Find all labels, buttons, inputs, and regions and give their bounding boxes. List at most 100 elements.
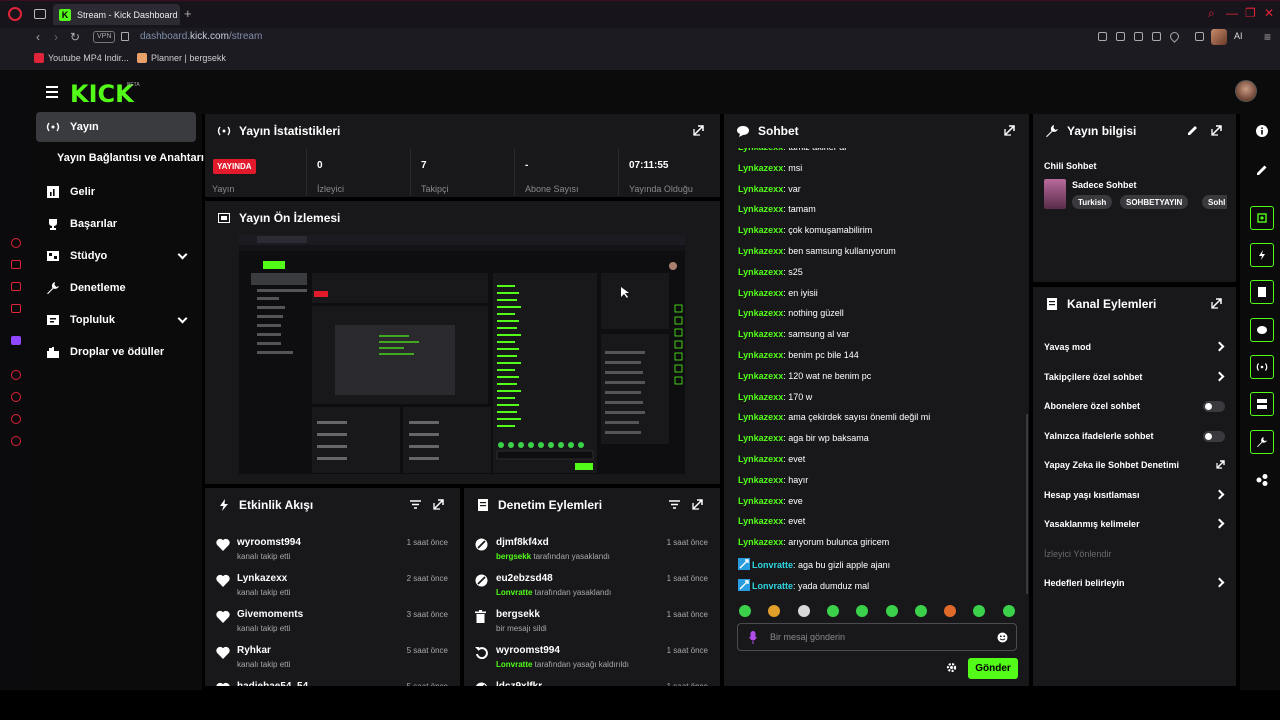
moderated-user[interactable]: djmf8kf4xd [496, 537, 549, 548]
chat-username[interactable]: Lynkazexx [738, 225, 783, 235]
chat-message[interactable]: Lynkazexx: evet [738, 516, 805, 526]
tag-chip[interactable]: SOHBETYAYIN [1120, 195, 1189, 209]
list-item[interactable]: eu2ebzsd48 Lonvratte tarafından yasakland… [464, 568, 720, 604]
share-nodes-icon[interactable] [1256, 474, 1268, 486]
expand-icon[interactable] [433, 499, 444, 510]
emote-icon[interactable] [1002, 605, 1015, 617]
chat-message[interactable]: Lonvratte: aga bu gizli apple ajanı [738, 558, 890, 570]
user-avatar[interactable] [1235, 80, 1257, 102]
chat-username[interactable]: Lynkazexx [738, 350, 783, 360]
kick-logo[interactable]: KICK [70, 80, 134, 108]
tag-chip[interactable]: Sohl [1202, 195, 1227, 209]
activity-user[interactable]: hadiebae54_54 [237, 681, 308, 686]
moderated-user[interactable]: bergsekk [496, 609, 540, 620]
sidebar-app-icon[interactable] [11, 414, 21, 424]
chat-username[interactable]: Lynkazexx [738, 184, 783, 194]
nav-item-achievements[interactable]: Başarılar [36, 209, 196, 239]
moderator-name[interactable]: Lonvratte [496, 660, 532, 669]
ai-button[interactable]: AI [1234, 31, 1243, 41]
back-icon[interactable]: ‹ [36, 30, 40, 44]
chat-message[interactable]: Lynkazexx: ben samsung kullanıyorum [738, 246, 896, 256]
settings-gear-icon[interactable] [946, 662, 957, 673]
list-item[interactable]: ldcz9xlfkr 1 saat önce [464, 676, 720, 686]
chat-username[interactable]: Lonvratte [752, 560, 793, 570]
nav-item-revenue[interactable]: Gelir [36, 177, 196, 207]
chat-input[interactable]: Bir mesaj gönderin [737, 623, 1017, 651]
minimize-button[interactable]: — [1226, 6, 1238, 20]
moderator-name[interactable]: bergsekk [496, 552, 531, 561]
broadcast-icon[interactable] [1250, 355, 1274, 379]
reload-icon[interactable]: ↻ [70, 30, 80, 44]
chat-username[interactable]: Lynkazexx [738, 475, 783, 485]
activity-user[interactable]: Lynkazexx [237, 573, 287, 584]
activity-user[interactable]: Ryhkar [237, 645, 271, 656]
chat-username[interactable]: Lynkazexx [738, 496, 783, 506]
expand-icon[interactable] [1211, 125, 1222, 136]
snapshot-icon[interactable] [1116, 32, 1125, 41]
menu-icon[interactable]: ≡ [1264, 30, 1271, 44]
list-item[interactable]: djmf8kf4xd bergsekk tarafından yasaklandı… [464, 532, 720, 568]
chat-username[interactable]: Lynkazexx [738, 454, 783, 464]
moderated-user[interactable]: ldcz9xlfkr [496, 681, 542, 686]
toggle-switch[interactable] [1203, 401, 1225, 412]
activity-user[interactable]: Givemoments [237, 609, 303, 620]
chat-message[interactable]: Lynkazexx: 120 wat ne benim pc [738, 371, 871, 381]
chat-message[interactable]: Lynkazexx: samsung al var [738, 329, 849, 339]
nav-item-drops[interactable]: Droplar ve ödüller [36, 337, 196, 367]
twitch-icon[interactable] [11, 336, 21, 345]
emote-icon[interactable] [797, 605, 810, 617]
chat-message[interactable]: Lynkazexx: arıyorum bulunca giricem [738, 537, 889, 547]
expand-icon[interactable] [693, 125, 704, 136]
opera-logo-icon[interactable] [8, 7, 22, 21]
chevron-right-icon[interactable] [1214, 489, 1225, 499]
sidebar-app-icon[interactable] [11, 260, 21, 269]
chevron-right-icon[interactable] [1214, 518, 1225, 529]
chat-message[interactable]: Lonvratte: yada dumduz mal [738, 578, 869, 591]
browser-tab[interactable]: K Stream - Kick Dashboard [53, 4, 180, 25]
chat-message[interactable]: Lynkazexx: çok komuşamabilirim [738, 225, 872, 235]
category-thumbnail[interactable] [1044, 179, 1066, 209]
chat-scrollbar[interactable] [1026, 414, 1028, 594]
chevron-right-icon[interactable] [1214, 371, 1225, 381]
list-item[interactable]: wyroomst994 Lonvratte tarafından yasağı k… [464, 640, 720, 676]
chat-message[interactable]: Lynkazexx: en iyisii [738, 288, 818, 298]
list-item[interactable]: Lynkazexx kanalı takip etti 2 saat önce [205, 568, 460, 604]
filter-icon[interactable] [669, 499, 680, 510]
tab-manager-icon[interactable] [34, 9, 46, 19]
settings-icon[interactable] [11, 436, 21, 446]
forward-icon[interactable]: › [54, 30, 58, 44]
address-bar[interactable]: dashboard.kick.com/stream [140, 31, 262, 42]
lightning-icon[interactable] [1250, 243, 1274, 267]
channel-action-item[interactable]: Hesap yaşı kısıtlaması [1044, 482, 1229, 508]
bookmark-youtube[interactable]: Youtube MP4 Indir... [34, 53, 129, 63]
list-item[interactable]: Ryhkar kanalı takip etti 5 saat önce [205, 640, 460, 676]
moderated-user[interactable]: eu2ebzsd48 [496, 573, 553, 584]
nav-item-stream[interactable]: Yayın [36, 112, 196, 142]
edit-pencil-icon[interactable] [1187, 125, 1198, 136]
list-item[interactable]: hadiebae54_54 5 saat önce [205, 676, 460, 686]
emote-icon[interactable] [826, 605, 839, 617]
sidebar-app-icon[interactable] [11, 238, 21, 248]
channel-action-item[interactable]: Yalnızca ifadelerle sohbet [1044, 423, 1229, 449]
list-item[interactable]: wyroomst994 kanalı takip etti 1 saat önce [205, 532, 460, 568]
external-link-icon[interactable] [1216, 460, 1225, 469]
chat-message[interactable]: Lynkazexx: benim pc bile 144 [738, 350, 859, 360]
chat-username[interactable]: Lynkazexx [738, 412, 783, 422]
player-icon[interactable] [1152, 32, 1161, 41]
chat-username[interactable]: Lynkazexx [738, 537, 783, 547]
bookmark-planner[interactable]: Planner | bergsekk [137, 53, 226, 63]
chat-message[interactable]: Lynkazexx: hayır [738, 475, 808, 485]
chat-message[interactable]: Lynkazexx: evet [738, 454, 805, 464]
emote-icon[interactable] [914, 605, 927, 617]
activity-user[interactable]: wyroomst994 [237, 537, 301, 548]
moderated-user[interactable]: wyroomst994 [496, 645, 560, 656]
chat-message[interactable]: Lynkazexx: msi [738, 163, 802, 173]
emote-icon[interactable] [739, 605, 751, 617]
channel-action-item[interactable]: Yasaklanmış kelimeler [1044, 511, 1229, 537]
rail-button-document[interactable] [1250, 280, 1274, 304]
expand-icon[interactable] [692, 499, 703, 510]
chat-message[interactable]: Lynkazexx: s25 [738, 267, 803, 277]
list-item[interactable]: bergsekk bir mesajı sildi 1 saat önce [464, 604, 720, 640]
chat-bubble-icon[interactable] [1250, 318, 1274, 342]
channel-action-item[interactable]: Yavaş mod [1044, 334, 1229, 360]
